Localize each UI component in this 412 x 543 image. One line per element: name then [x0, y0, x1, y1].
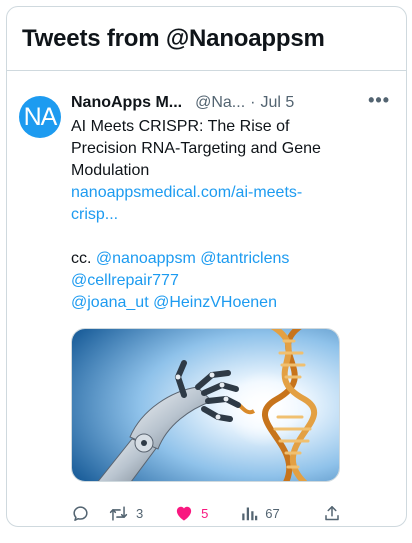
text-line: Precision RNA-Targeting and Gene	[71, 140, 321, 157]
like-button[interactable]: 5	[174, 504, 240, 523]
heart-icon[interactable]	[174, 504, 194, 523]
tweet-media-image[interactable]	[71, 328, 340, 482]
reply-button[interactable]	[71, 504, 108, 523]
mentions-line: cc. @nanoappsm @tantriclens	[71, 248, 341, 270]
share-icon[interactable]	[323, 504, 341, 523]
tweet-header: NanoApps M... @Na... · Jul 5 •••	[71, 90, 390, 115]
mentions-line: @cellrepair777	[71, 270, 341, 292]
text-line: AI Meets CRISPR: The Rise of	[71, 118, 290, 135]
tweet-actions: 3 5 67	[71, 504, 341, 523]
link-line[interactable]: crisp...	[71, 206, 118, 223]
retweet-count: 3	[135, 506, 144, 521]
tweet[interactable]: NA NanoApps M... @Na... · Jul 5 ••• AI M…	[7, 71, 406, 523]
views-button[interactable]: 67	[240, 504, 323, 523]
text-line: Modulation	[71, 162, 150, 179]
mentions-line: @joana_ut @HeinzVHoenen	[71, 292, 341, 314]
more-options-icon[interactable]: •••	[368, 90, 390, 111]
mention-link[interactable]: @nanoappsm	[96, 250, 196, 267]
twitter-timeline-widget: Tweets from @Nanoappsm NA NanoApps M... …	[6, 6, 407, 527]
article-link[interactable]: nanoappsmedical.com/ai-meets- crisp...	[71, 182, 341, 226]
avatar[interactable]: NA	[19, 96, 61, 138]
cc-prefix: cc.	[71, 250, 92, 267]
tweet-text: AI Meets CRISPR: The Rise of Precision R…	[71, 116, 341, 314]
retweet-button[interactable]: 3	[108, 504, 174, 523]
author-handle[interactable]: @Na...	[195, 94, 245, 112]
dot-separator: ·	[250, 94, 256, 111]
author-name[interactable]: NanoApps M...	[71, 94, 182, 112]
retweet-icon[interactable]	[108, 504, 129, 523]
robot-hand-dna-illustration	[72, 329, 339, 481]
mention-link[interactable]: @joana_ut	[71, 294, 149, 311]
widget-title[interactable]: Tweets from @Nanoappsm	[22, 25, 325, 53]
views-icon[interactable]	[240, 504, 258, 523]
mention-link[interactable]: @HeinzVHoenen	[153, 294, 277, 311]
reply-icon[interactable]	[71, 504, 90, 523]
share-button[interactable]	[323, 504, 341, 523]
mention-link[interactable]: @cellrepair777	[71, 272, 179, 289]
widget-header: Tweets from @Nanoappsm	[7, 7, 406, 71]
link-line[interactable]: nanoappsmedical.com/ai-meets-	[71, 184, 302, 201]
tweet-date[interactable]: Jul 5	[260, 94, 294, 112]
mention-link[interactable]: @tantriclens	[200, 250, 289, 267]
views-count: 67	[265, 506, 280, 521]
like-count: 5	[201, 506, 209, 521]
